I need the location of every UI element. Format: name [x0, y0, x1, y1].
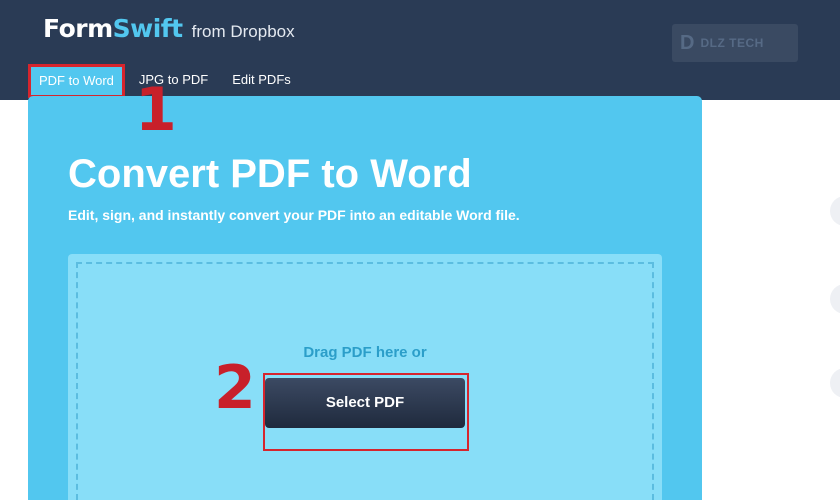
converter-panel: Convert PDF to Word Edit, sign, and inst…: [28, 96, 702, 500]
logo-from-dropbox: from Dropbox: [191, 22, 295, 41]
watermark-logo-icon: D: [680, 31, 695, 54]
page-title: Convert PDF to Word: [68, 152, 472, 196]
select-pdf-button[interactable]: Select PDF: [265, 378, 465, 428]
nav-edit-pdfs[interactable]: Edit PDFs: [222, 64, 301, 98]
side-circle-icon: [830, 196, 840, 226]
watermark-text: DLZ TECH: [700, 36, 764, 50]
watermark: D DLZ TECH: [672, 24, 798, 62]
page-subtitle: Edit, sign, and instantly convert your P…: [68, 207, 520, 223]
nav-pdf-to-word[interactable]: PDF to Word: [28, 64, 125, 98]
drop-zone-label: Drag PDF here or: [303, 344, 427, 361]
logo-form-text: Form: [43, 14, 113, 43]
side-circle-icon: [830, 284, 840, 314]
site-header: Form Swift from Dropbox D DLZ TECH PDF t…: [0, 0, 840, 100]
formswift-logo[interactable]: Form Swift from Dropbox: [43, 14, 295, 43]
step-2-marker: 2: [214, 353, 256, 423]
step-1-marker: 1: [135, 75, 177, 145]
logo-swift-text: Swift: [112, 14, 184, 43]
side-circle-icon: [830, 368, 840, 398]
drop-zone[interactable]: Drag PDF here or: [68, 254, 662, 500]
